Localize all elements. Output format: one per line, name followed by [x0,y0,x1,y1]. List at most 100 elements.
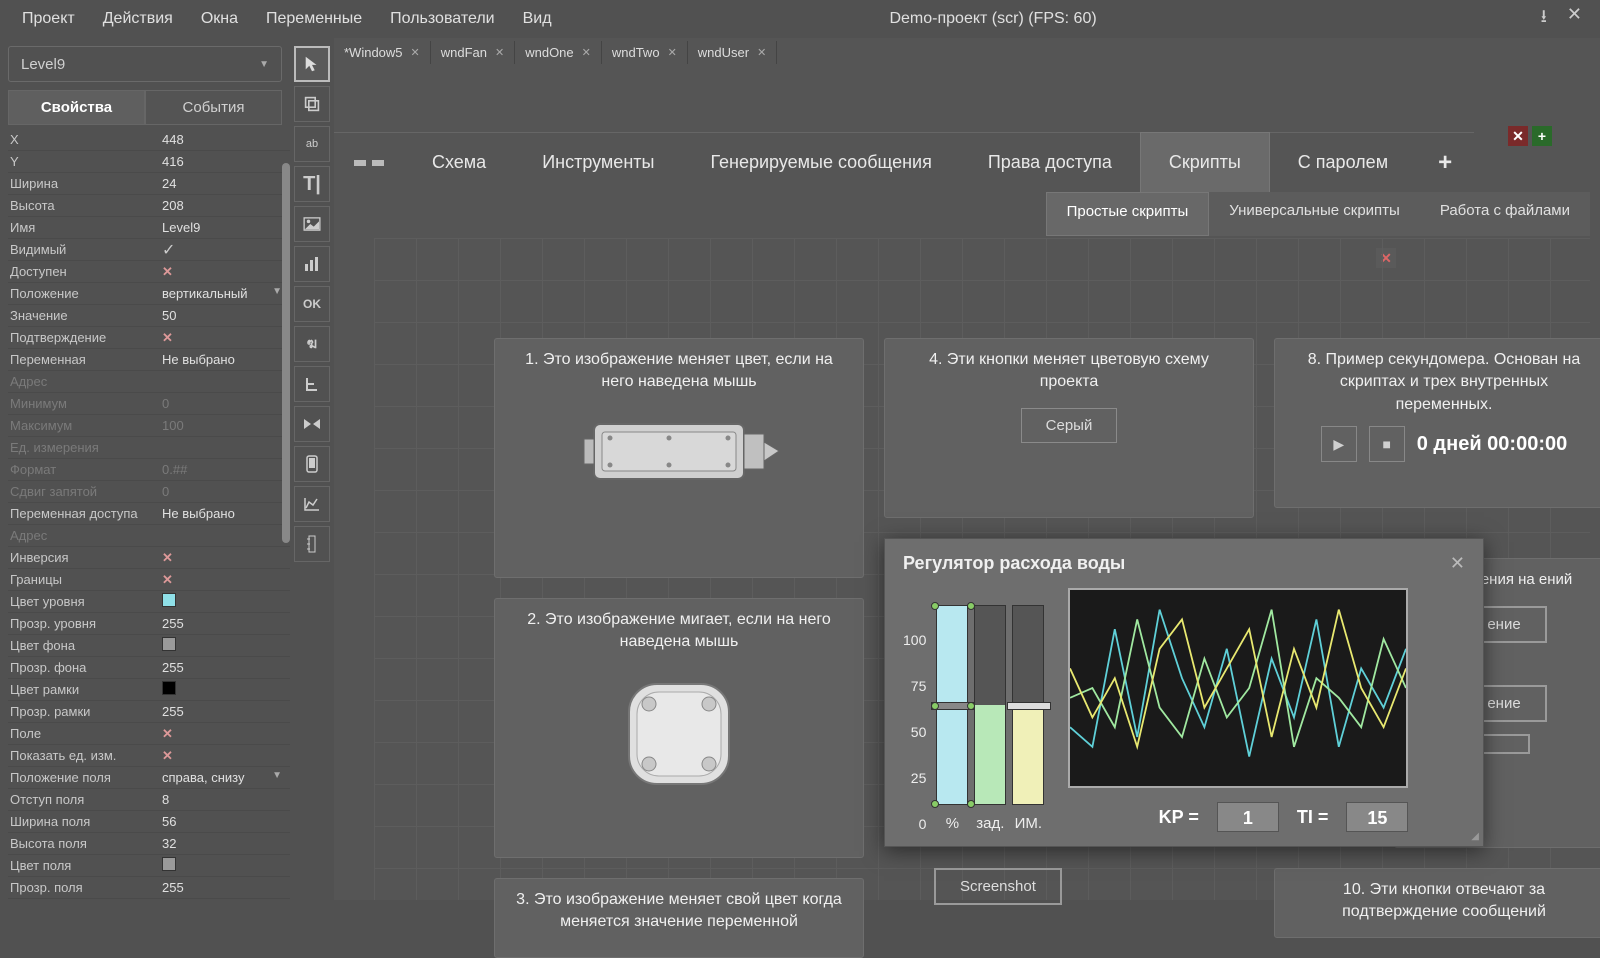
property-row[interactable]: ИмяLevel9 [8,217,290,239]
close-icon[interactable]: ✕ [582,46,591,59]
property-row[interactable]: Ед. измерения [8,437,290,459]
property-value[interactable]: 56 [156,814,290,829]
property-value[interactable]: 255 [156,704,290,719]
resize-grip-icon[interactable]: ◢ [1471,831,1479,842]
tool-level[interactable] [294,526,330,562]
file-tab-wnduser[interactable]: wndUser✕ [688,41,778,64]
level-actuator[interactable] [1012,605,1044,805]
menu-actions[interactable]: Действия [89,10,187,28]
property-value[interactable]: 24 [156,176,290,191]
property-row[interactable]: Цвет поля [8,855,290,877]
property-value[interactable]: ✕ [156,726,290,742]
property-row[interactable]: Цвет фона [8,635,290,657]
property-value[interactable]: 448 [156,132,290,147]
tab-scripts[interactable]: Скрипты [1140,132,1270,192]
download-icon[interactable]: ⭳ [1541,4,1547,34]
subtab-files[interactable]: Работа с файлами [1420,192,1590,236]
menu-view[interactable]: Вид [509,10,566,28]
tool-bars[interactable] [294,246,330,282]
menu-project[interactable]: Проект [8,10,89,28]
property-value[interactable]: вертикальный▼ [156,286,290,301]
gray-button[interactable]: Серый [1021,408,1118,443]
play-button[interactable]: ▶ [1321,426,1357,462]
tool-image[interactable] [294,206,330,242]
property-value[interactable] [156,637,290,654]
property-value[interactable] [156,681,290,698]
level-percent[interactable] [936,605,968,805]
tool-chart[interactable] [294,486,330,522]
property-row[interactable]: Высота208 [8,195,290,217]
property-value[interactable]: 0 [156,396,290,411]
file-tab-wndtwo[interactable]: wndTwo✕ [602,41,688,64]
tab-schema[interactable]: Схема [404,132,514,192]
tool-branch[interactable] [294,366,330,402]
property-row[interactable]: Высота поля32 [8,833,290,855]
property-row[interactable]: Поле✕ [8,723,290,745]
property-value[interactable]: Level9 [156,220,290,235]
tool-cursor[interactable] [294,46,330,82]
property-value[interactable]: 8 [156,792,290,807]
property-row[interactable]: Положениевертикальный▼ [8,283,290,305]
file-tab-wndfan[interactable]: wndFan✕ [431,41,515,64]
property-row[interactable]: X448 [8,129,290,151]
close-icon[interactable]: ✕ [411,46,420,59]
property-value[interactable]: ✕ [156,748,290,764]
tool-sub[interactable]: ฆ [294,326,330,362]
property-row[interactable]: Прозр. рамки255 [8,701,290,723]
object-selector[interactable]: Level9▼ [8,46,282,82]
tab-icon[interactable] [334,132,404,192]
property-row[interactable]: Отступ поля8 [8,789,290,811]
level-setpoint[interactable] [974,605,1006,805]
property-value[interactable]: 416 [156,154,290,169]
property-value[interactable]: 255 [156,660,290,675]
property-row[interactable]: Переменная доступаНе выбрано [8,503,290,525]
property-value[interactable]: 255 [156,880,290,895]
property-row[interactable]: Адрес [8,525,290,547]
property-value[interactable]: ✓ [156,240,290,260]
property-value[interactable]: ✕ [156,572,290,588]
ti-input[interactable]: 15 [1346,802,1408,832]
property-value[interactable]: 0 [156,484,290,499]
close-icon[interactable]: ✕ [757,46,766,59]
tool-bowtie[interactable] [294,406,330,442]
property-value[interactable]: 50 [156,308,290,323]
tool-text[interactable]: T| [294,166,330,202]
menu-users[interactable]: Пользователи [376,10,508,28]
stop-button[interactable]: ■ [1369,426,1405,462]
property-row[interactable]: Минимум0 [8,393,290,415]
property-value[interactable]: справа, снизу▼ [156,770,290,785]
property-value[interactable]: 0.## [156,462,290,477]
property-row[interactable]: Видимый✓ [8,239,290,261]
file-tab-window5[interactable]: *Window5✕ [334,41,431,64]
menu-windows[interactable]: Окна [187,10,252,28]
ribbon-add-button[interactable]: + [1532,126,1552,146]
property-value[interactable]: 255 [156,616,290,631]
round-box-image[interactable] [619,674,739,794]
property-value[interactable] [156,857,290,874]
property-value[interactable]: 208 [156,198,290,213]
property-value[interactable]: 100 [156,418,290,433]
property-value[interactable]: Не выбрано [156,352,290,367]
property-row[interactable]: Подтверждение✕ [8,327,290,349]
ribbon-close-button[interactable]: ✕ [1508,126,1528,146]
tool-ok[interactable]: OK [294,286,330,322]
tab-properties[interactable]: Свойства [8,90,145,125]
property-row[interactable]: Положение полясправа, снизу▼ [8,767,290,789]
property-value[interactable]: ✕ [156,550,290,566]
property-row[interactable]: Ширина24 [8,173,290,195]
kp-input[interactable]: 1 [1217,802,1279,832]
property-row[interactable]: Ширина поля56 [8,811,290,833]
subtab-simple[interactable]: Простые скрипты [1046,192,1210,236]
property-value[interactable]: ✕ [156,264,290,280]
property-row[interactable]: Показать ед. изм.✕ [8,745,290,767]
scrollbar[interactable] [282,163,290,543]
tab-add[interactable]: + [1416,132,1474,192]
property-row[interactable]: Доступен✕ [8,261,290,283]
subtab-universal[interactable]: Универсальные скрипты [1209,192,1420,236]
property-value[interactable]: Не выбрано [156,506,290,521]
property-value[interactable]: 32 [156,836,290,851]
property-row[interactable]: Максимум100 [8,415,290,437]
menu-variables[interactable]: Переменные [252,10,376,28]
property-row[interactable]: Границы✕ [8,569,290,591]
close-icon[interactable]: ✕ [495,46,504,59]
